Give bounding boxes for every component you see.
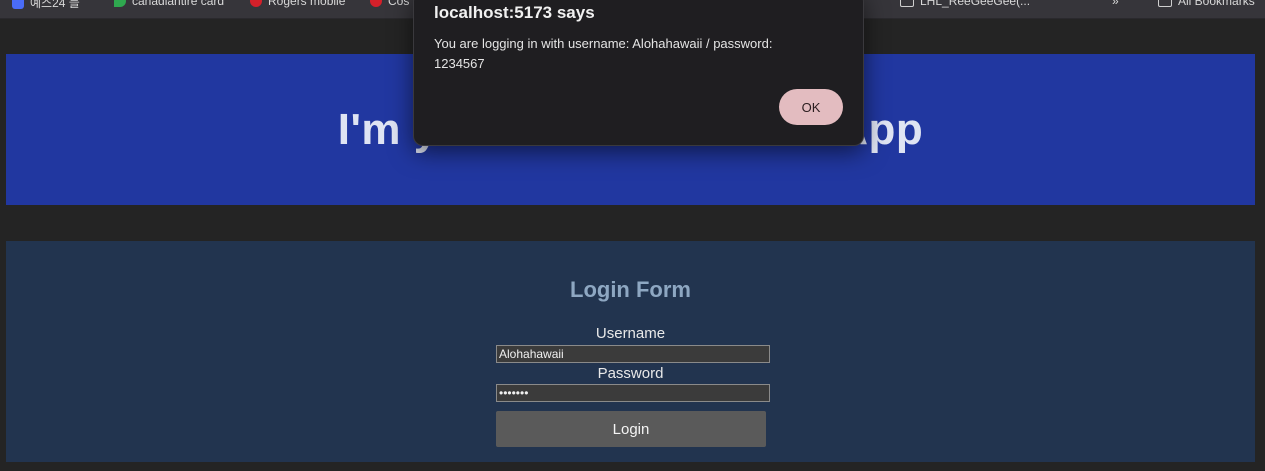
- login-form-title: Login Form: [570, 277, 691, 302]
- bookmarks-overflow-button[interactable]: »: [1112, 0, 1119, 8]
- page-icon: [900, 0, 914, 7]
- username-label: Username: [595, 325, 666, 342]
- dialog-title: localhost:5173 says: [434, 3, 595, 22]
- bookmark-label: LHL_ReeGeeGee(...: [920, 0, 1031, 8]
- bookmark-item[interactable]: 예스24 블: [12, 0, 80, 11]
- bookmark-label: canadiantire card: [132, 0, 225, 8]
- login-section: Login Form Username Password Login: [6, 241, 1255, 462]
- map-pin-icon: [114, 0, 126, 7]
- chevron-double-right-icon: »: [1112, 0, 1119, 8]
- ok-button[interactable]: OK: [779, 89, 843, 125]
- bookmark-item[interactable]: Rogers mobile: [250, 0, 345, 8]
- password-label: Password: [597, 365, 664, 382]
- bookmark-item[interactable]: canadiantire card: [114, 0, 224, 8]
- all-bookmarks-button[interactable]: All Bookmarks: [1158, 0, 1255, 8]
- username-input[interactable]: [496, 345, 770, 363]
- dialog-message: You are logging in with username: Alohah…: [434, 36, 773, 71]
- bookmark-item[interactable]: Cos: [370, 0, 409, 8]
- app-icon: [12, 0, 24, 9]
- bookmark-label: 예스24 블: [30, 0, 80, 10]
- password-input[interactable]: [496, 384, 770, 402]
- shield-icon: [370, 0, 382, 7]
- login-button[interactable]: Login: [496, 411, 766, 447]
- bookmark-label: Cos: [388, 0, 410, 8]
- folder-icon: [1158, 0, 1172, 7]
- bookmark-item[interactable]: LHL_ReeGeeGee(...: [900, 0, 1030, 8]
- alert-dialog: localhost:5173 says You are logging in w…: [413, 0, 864, 146]
- bookmark-label: Rogers mobile: [268, 0, 346, 8]
- shield-icon: [250, 0, 262, 7]
- all-bookmarks-label: All Bookmarks: [1178, 0, 1255, 8]
